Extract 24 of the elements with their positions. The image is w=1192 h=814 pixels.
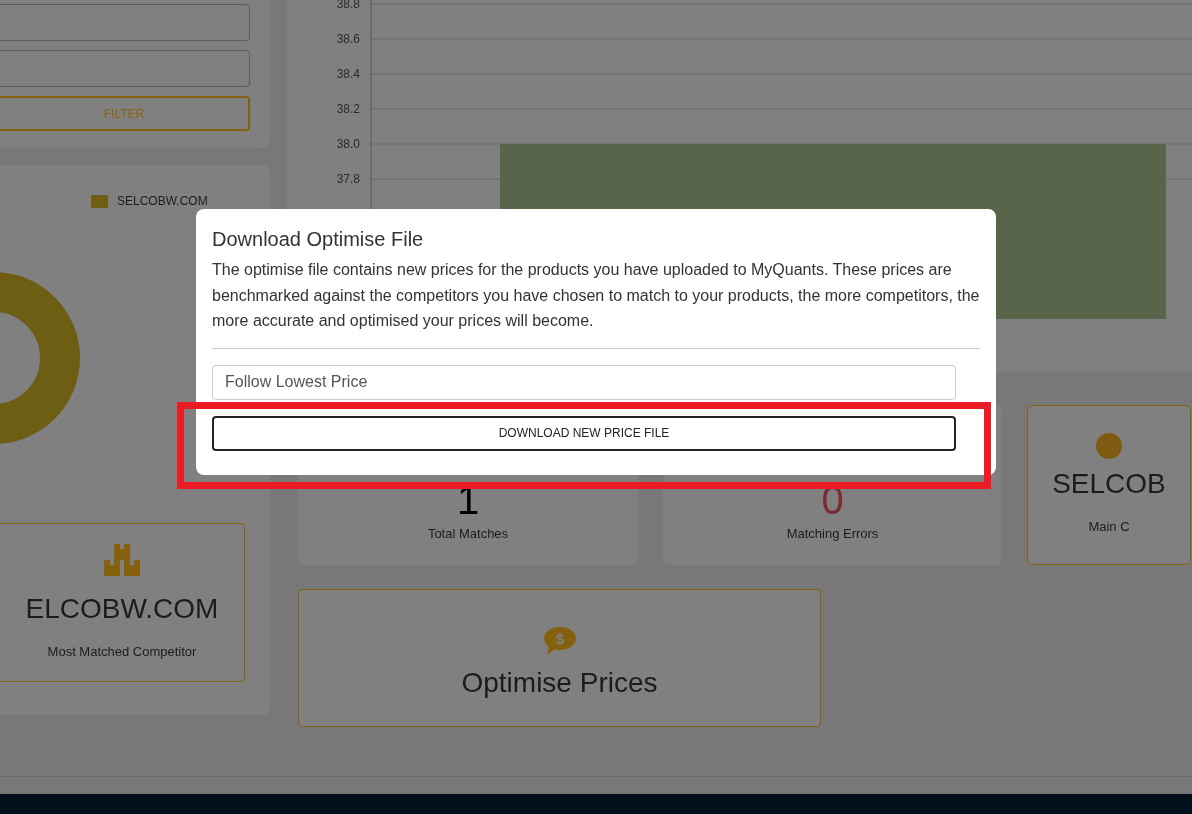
stat-label: Total Matches (427, 524, 509, 543)
modal-title: Download Optimise File (212, 227, 425, 251)
summary-label: Most Matched Competitor (47, 642, 197, 661)
text-field[interactable] (0, 50, 250, 87)
competitor-name: ELCOBW.COM (25, 591, 219, 626)
axis-tick-label: 38.4 (336, 67, 360, 81)
axis-tick-label: 37.8 (336, 172, 360, 186)
stat-label: Matching Errors (786, 524, 879, 543)
boxes-icon (104, 543, 140, 576)
download-price-file-button[interactable]: DOWNLOAD NEW PRICE FILE (212, 415, 956, 451)
pricing-strategy-field[interactable]: Follow Lowest Price (212, 364, 956, 400)
axis-tick-label: 38.0 (336, 137, 360, 151)
modal-description: The optimise file contains new prices for the products you have uploaded to MyQuants. These prices are benchmarked against the competitors you have chosen to match to your products, the more competitors, the more accurate and optimised your prices will become. (212, 260, 980, 331)
competitor-name: SELCOB (1052, 467, 1166, 502)
axis-tick-label: 38.6 (336, 32, 360, 46)
legend-label: SELCOBW.COM (117, 193, 208, 210)
text-field[interactable] (0, 4, 250, 41)
dollar-speech-bubble-icon: $ (542, 626, 577, 657)
axis-tick-label: 38.8 (336, 0, 360, 11)
circle-icon (1096, 433, 1122, 460)
stat-label: Main C (1088, 518, 1130, 537)
optimise-prices-card[interactable]: $ Optimise Prices (298, 589, 821, 727)
axis-tick-label: 38.2 (336, 102, 360, 116)
optimise-prices-title: Optimise Prices (461, 666, 658, 700)
